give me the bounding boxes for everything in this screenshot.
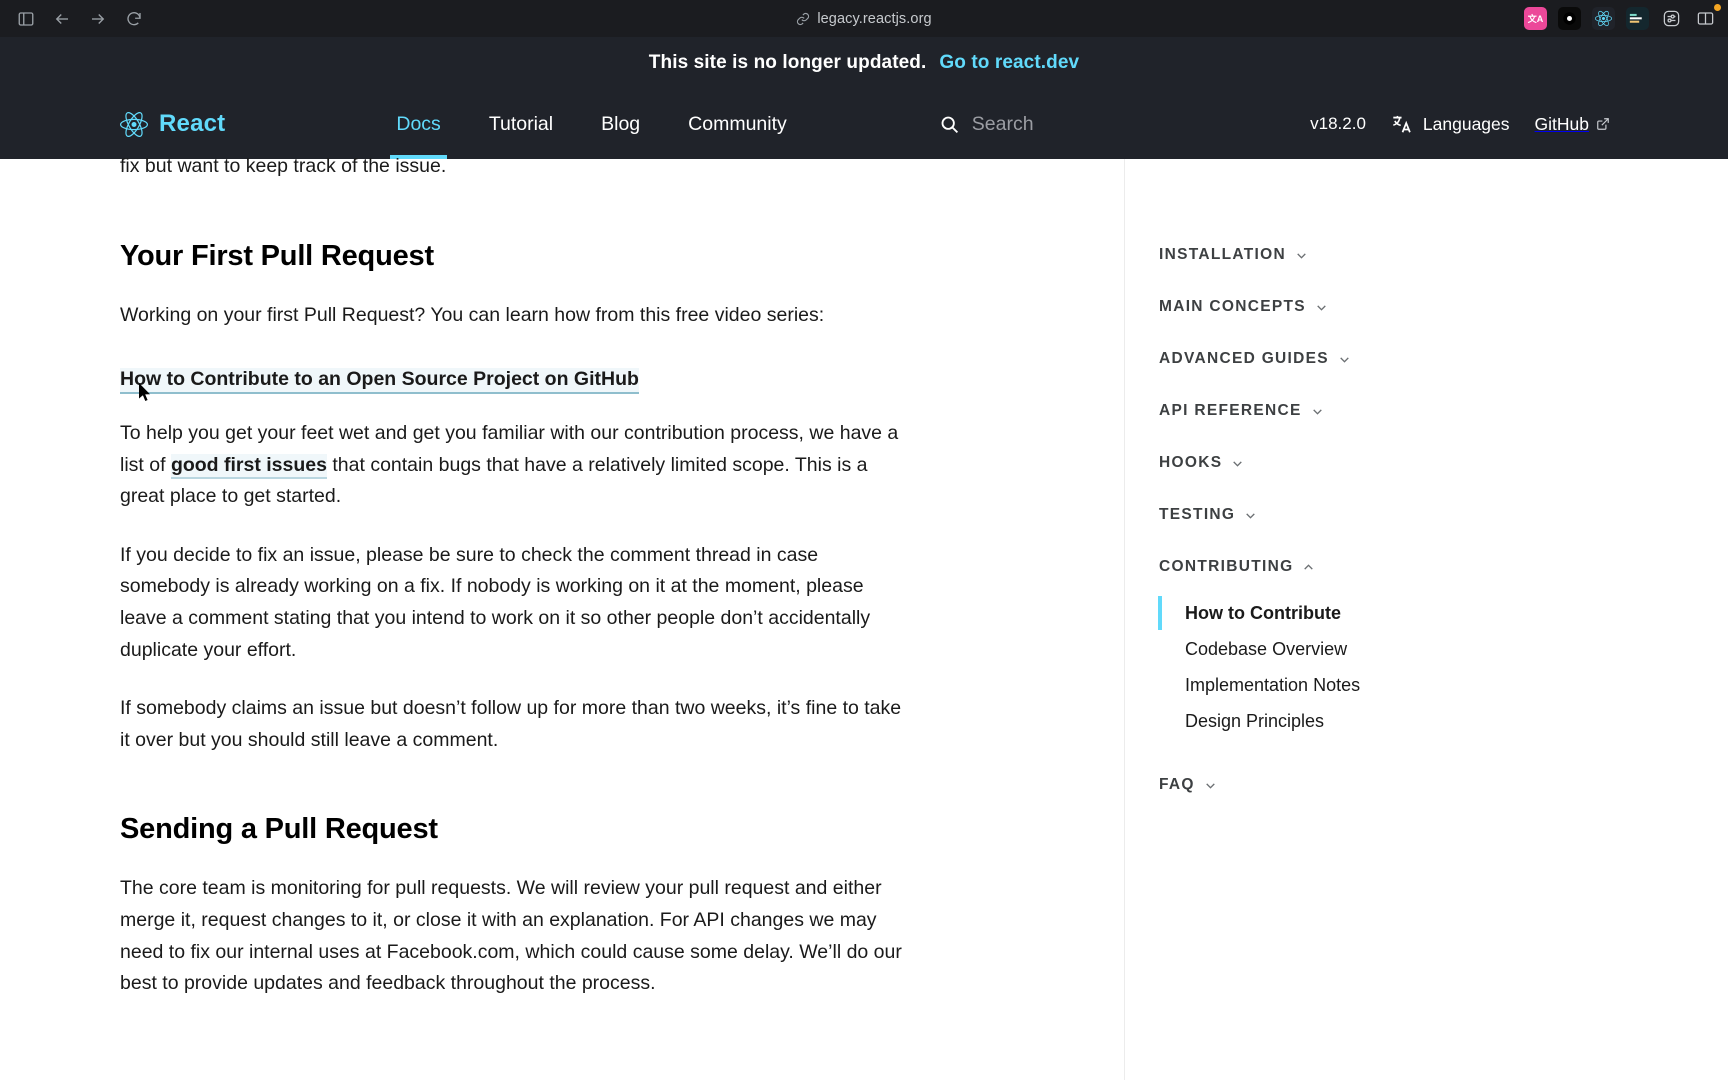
- sidebar-header-testing[interactable]: Testing: [1159, 489, 1728, 541]
- sidebar-header-advanced-guides[interactable]: Advanced Guides: [1159, 333, 1728, 385]
- sidebar-label-installation: Installation: [1159, 246, 1286, 263]
- chevron-down-icon: [1244, 509, 1257, 522]
- sidebar-header-contributing[interactable]: Contributing: [1159, 541, 1728, 593]
- sidebar-header-api-reference[interactable]: API Reference: [1159, 385, 1728, 437]
- languages-button[interactable]: Languages: [1391, 113, 1510, 135]
- paragraph-intro: Working on your first Pull Request? You …: [120, 303, 825, 326]
- sidebar-label-faq: FAQ: [1159, 776, 1195, 794]
- translate-extension-label: 文A: [1527, 14, 1544, 24]
- sidebar-section-installation: Installation: [1159, 229, 1728, 281]
- sidebar-item-design-principles[interactable]: Design Principles: [1159, 703, 1728, 739]
- chevron-down-icon: [1231, 457, 1244, 470]
- color-picker-extension-icon[interactable]: [1626, 7, 1649, 30]
- sidebar-section-advanced-guides: Advanced Guides: [1159, 333, 1728, 385]
- react-logo-icon: [120, 111, 148, 137]
- search-box[interactable]: Search: [939, 113, 1034, 136]
- nav-links: Docs Tutorial Blog Community: [372, 89, 810, 159]
- react-devtools-extension-icon[interactable]: [1592, 7, 1615, 30]
- sidebar-header-hooks[interactable]: Hooks: [1159, 437, 1728, 489]
- nav-link-docs[interactable]: Docs: [372, 89, 464, 159]
- site-navbar: React Docs Tutorial Blog Community Searc…: [0, 89, 1728, 159]
- nav-link-blog[interactable]: Blog: [577, 89, 664, 159]
- sidebar-label-contributing: Contributing: [1159, 558, 1294, 575]
- paragraph-claims-issue: If somebody claims an issue but doesn’t …: [120, 697, 902, 751]
- browser-nav-buttons: [0, 4, 150, 34]
- article-content: fix but want to keep track of the issue.…: [0, 155, 1124, 1080]
- chevron-down-icon: [1338, 353, 1351, 366]
- chevron-down-icon: [1311, 405, 1324, 418]
- sidebar-section-contributing: Contributing How to Contribute Codebase …: [1158, 541, 1728, 739]
- sidebar-section-hooks: Hooks: [1159, 437, 1728, 489]
- sidebar-item-how-to-contribute[interactable]: How to Contribute: [1158, 595, 1728, 631]
- paragraph-comment-thread: If you decide to fix an issue, please be…: [120, 543, 871, 661]
- brand-logo[interactable]: React: [120, 110, 225, 138]
- brand-name: React: [159, 110, 226, 137]
- search-icon: [939, 114, 960, 135]
- back-icon[interactable]: [46, 4, 78, 34]
- browser-extensions: 文A: [1524, 4, 1728, 30]
- go-to-react-dev-link[interactable]: Go to react.dev: [939, 52, 1079, 74]
- sidebar-label-testing: Testing: [1159, 506, 1236, 523]
- dark-reader-extension-icon[interactable]: [1558, 7, 1581, 30]
- paragraph-core-team: The core team is monitoring for pull req…: [120, 877, 902, 995]
- sidebar-header-installation[interactable]: Installation: [1159, 229, 1728, 281]
- sidebar-header-faq[interactable]: FAQ: [1159, 759, 1728, 811]
- sidebar-item-codebase-overview[interactable]: Codebase Overview: [1159, 631, 1728, 667]
- browser-chrome: legacy.reactjs.org 文A: [0, 0, 1728, 37]
- github-link[interactable]: GitHub: [1535, 114, 1610, 135]
- address-bar[interactable]: legacy.reactjs.org: [0, 11, 1728, 27]
- sidebar-label-hooks: Hooks: [1159, 454, 1223, 471]
- clipped-paragraph: fix but want to keep track of the issue.: [120, 155, 447, 177]
- nav-link-tutorial[interactable]: Tutorial: [465, 89, 577, 159]
- sidebar-items-contributing: How to Contribute Codebase Overview Impl…: [1158, 593, 1728, 739]
- chevron-down-icon: [1315, 301, 1328, 314]
- banner-text: This site is no longer updated.: [648, 52, 927, 73]
- legacy-site-banner: This site is no longer updated. Go to re…: [0, 37, 1728, 89]
- good-first-issues-link[interactable]: good first issues: [170, 453, 327, 479]
- sidebar-header-main-concepts[interactable]: Main Concepts: [1159, 281, 1728, 333]
- sidebar-label-api-reference: API Reference: [1159, 402, 1302, 419]
- forward-icon[interactable]: [82, 4, 114, 34]
- search-input[interactable]: Search: [972, 113, 1034, 136]
- nav-right-group: v18.2.0 Languages GitHub: [1310, 113, 1728, 135]
- link-icon: [796, 12, 810, 26]
- paragraph-good-first-issues: To help you get your feet wet and get yo…: [120, 418, 910, 513]
- url-text: legacy.reactjs.org: [817, 10, 932, 27]
- chevron-down-icon: [1295, 249, 1308, 262]
- sidebar-section-testing: Testing: [1159, 489, 1728, 541]
- video-series-link-wrap: How to Contribute to an Open Source Proj…: [120, 368, 1124, 395]
- sidebar-section-api-reference: API Reference: [1159, 385, 1728, 437]
- translate-icon: [1391, 113, 1413, 135]
- languages-label: Languages: [1422, 113, 1510, 134]
- split-view-icon[interactable]: [1694, 4, 1721, 30]
- sidebar-section-main-concepts: Main Concepts: [1159, 281, 1728, 333]
- sidebar-section-faq: FAQ: [1159, 759, 1728, 811]
- chevron-up-icon: [1302, 561, 1315, 574]
- reload-icon[interactable]: [118, 4, 150, 34]
- external-link-icon: [1596, 117, 1610, 131]
- sidebar-label-main-concepts: Main Concepts: [1159, 298, 1306, 315]
- chevron-down-icon: [1204, 779, 1217, 792]
- video-series-link[interactable]: How to Contribute to an Open Source Proj…: [120, 368, 639, 395]
- sidebar-toggle-icon[interactable]: [10, 4, 42, 34]
- heading-your-first-pull-request: Your First Pull Request: [120, 239, 434, 272]
- docs-sidebar: Installation Main Concepts Advanced Guid…: [1124, 159, 1728, 1080]
- sidebar-label-advanced-guides: Advanced Guides: [1159, 350, 1329, 367]
- notification-dot: [1714, 4, 1721, 11]
- sidebar-item-implementation-notes[interactable]: Implementation Notes: [1159, 667, 1728, 703]
- version-label: v18.2.0: [1310, 114, 1366, 133]
- heading-sending-a-pull-request: Sending a Pull Request: [120, 813, 438, 846]
- page-body: fix but want to keep track of the issue.…: [0, 155, 1728, 1080]
- github-label: GitHub: [1534, 113, 1589, 134]
- settings-extension-icon[interactable]: [1660, 7, 1683, 30]
- translate-extension-icon[interactable]: 文A: [1524, 7, 1547, 30]
- nav-link-community[interactable]: Community: [664, 89, 811, 159]
